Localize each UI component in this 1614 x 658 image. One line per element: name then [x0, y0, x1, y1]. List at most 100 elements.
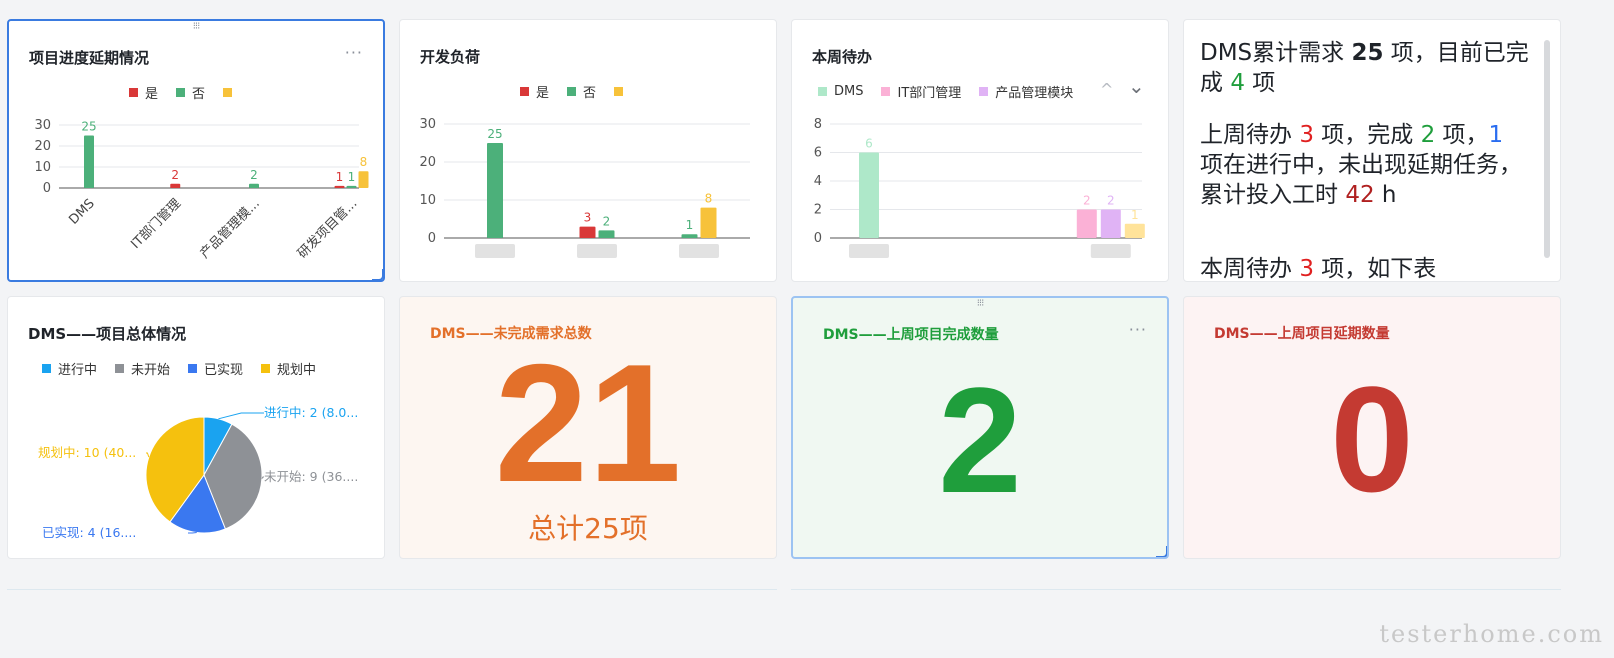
- y-tick-label: 10: [34, 160, 51, 175]
- y-tick-label: 2: [814, 203, 822, 218]
- card-title: DMS——上周项目完成数量: [823, 327, 999, 343]
- summary-text-run: 上周待办: [1200, 122, 1300, 148]
- pie-label: 未开始: 9 (36....: [264, 469, 358, 484]
- pie-label: 进行中: 2 (8.0...: [264, 405, 358, 420]
- legend-item[interactable]: 进行中: [42, 359, 97, 378]
- legend-label: 产品管理模块: [995, 86, 1074, 101]
- chart-legend: 进行中 未开始 已实现 规划中: [42, 359, 316, 378]
- summary-text-card[interactable]: DMS累计需求 25 项，目前已完成 4 项 上周待办 3 项，完成 2 项，1…: [1183, 19, 1561, 282]
- legend-item[interactable]: IT部门管理: [881, 82, 961, 101]
- legend-item[interactable]: DMS: [818, 82, 863, 101]
- overall-pie-card[interactable]: DMS——项目总体情况 进行中 未开始 已实现 规划中 进行中: 2 (8.0... 未…: [7, 296, 385, 559]
- y-tick-label: 8: [814, 117, 822, 132]
- y-tick-label: 10: [419, 193, 436, 208]
- blurred-label: [475, 244, 515, 258]
- data-label: 2: [1083, 194, 1091, 208]
- legend-item[interactable]: 否: [567, 82, 596, 101]
- divider: [791, 589, 1561, 590]
- legend-swatch: [567, 87, 577, 96]
- legend-label: 是: [145, 87, 159, 102]
- unfinished-kpi-card[interactable]: DMS——未完成需求总数 21 总计25项: [399, 296, 777, 559]
- card-title: 项目进度延期情况: [29, 49, 150, 67]
- legend-item[interactable]: [223, 83, 239, 102]
- x-tick-label: 产品管理模...: [197, 196, 262, 261]
- legend-item[interactable]: 是: [520, 82, 549, 101]
- x-tick-label: DMS: [66, 196, 97, 227]
- legend-page-up-icon[interactable]: ^: [1100, 80, 1113, 99]
- data-label: 1: [336, 170, 344, 184]
- todo-chart-card[interactable]: 本周待办 DMS IT部门管理 产品管理模块 ^ ⌄ 0 2 4 6 8 6 2 2 1: [791, 19, 1169, 282]
- pie-label: 规划中: 10 (40...: [38, 445, 136, 460]
- load-bar-chart: 0 10 20 30 25 3 2 18: [419, 117, 750, 258]
- summary-text-run: 项，完成: [1313, 122, 1421, 148]
- delay-bar-chart: 0102030 25DMS2IT部门管理2产品管理模...1 18研发项目管...: [34, 118, 369, 262]
- legend-page-down-icon[interactable]: ⌄: [1128, 74, 1145, 98]
- legend-item[interactable]: 否: [176, 83, 205, 102]
- overall-pie-chart: 进行中: 2 (8.0... 未开始: 9 (36.... 已实现: 4 (16..…: [38, 405, 358, 540]
- resize-handle-icon[interactable]: [372, 269, 383, 280]
- y-tick-label: 30: [419, 117, 436, 132]
- more-options-icon[interactable]: ···: [1129, 320, 1147, 339]
- card-title: 开发负荷: [420, 48, 481, 66]
- summary-text-run: 4: [1230, 70, 1245, 96]
- summary-text-run: 25: [1351, 40, 1384, 66]
- bar: [249, 183, 259, 188]
- legend-swatch: [261, 364, 271, 373]
- y-tick-label: 6: [814, 146, 822, 161]
- y-tick-label: 4: [814, 174, 822, 189]
- summary-text-run: 42: [1345, 182, 1375, 208]
- legend-item[interactable]: 规划中: [261, 359, 316, 378]
- legend-item[interactable]: 是: [129, 83, 158, 102]
- lastweek-delay-kpi-card[interactable]: DMS——上周项目延期数量 0: [1183, 296, 1561, 559]
- legend-item[interactable]: 已实现: [188, 359, 243, 378]
- legend-item[interactable]: [614, 82, 630, 101]
- kpi-value: 0: [1330, 355, 1414, 523]
- blurred-label: [577, 244, 617, 258]
- vertical-scrollbar[interactable]: [1544, 40, 1550, 258]
- summary-text-run: DMS累计需求: [1200, 40, 1352, 66]
- legend-item[interactable]: 产品管理模块: [979, 82, 1073, 101]
- lastweek-done-kpi-card[interactable]: ⁝⁝⁝ DMS——上周项目完成数量 ··· 2: [791, 296, 1169, 559]
- summary-paragraph-total: DMS累计需求 25 项，目前已完成 4 项: [1200, 38, 1530, 98]
- y-tick-label: 20: [419, 155, 436, 170]
- data-label: 3: [584, 211, 592, 225]
- kpi-total: 总计25项: [528, 512, 648, 545]
- leader-line: [146, 452, 150, 458]
- more-options-icon[interactable]: ···: [345, 43, 363, 62]
- bar: [334, 185, 345, 188]
- bar: [487, 143, 503, 238]
- legend-swatch: [188, 364, 198, 373]
- resize-handle-icon[interactable]: [1156, 546, 1167, 557]
- drag-handle-icon[interactable]: ⁝⁝⁝: [977, 298, 984, 309]
- watermark: testerhome.com: [1379, 620, 1604, 648]
- bar: [1100, 209, 1121, 238]
- todo-bar-chart: 0 2 4 6 8 6 2 2 1: [814, 117, 1145, 258]
- legend-label: 进行中: [58, 363, 98, 378]
- delay-chart-card[interactable]: ⁝⁝⁝ 项目进度延期情况 ··· 是否 0 10 20 30 25 DMS 2 IT部门管理 2…: [7, 19, 385, 282]
- data-label: 2: [171, 168, 179, 182]
- legend-swatch: [223, 88, 233, 97]
- card-title: DMS——项目总体情况: [28, 325, 187, 343]
- data-label: 25: [81, 120, 96, 134]
- legend-label: 规划中: [277, 363, 317, 378]
- drag-handle-icon[interactable]: ⁝⁝⁝: [193, 21, 200, 32]
- legend-swatch: [129, 88, 138, 97]
- data-label: 1: [686, 218, 694, 232]
- data-label: 2: [1107, 194, 1115, 208]
- bar: [1076, 209, 1097, 238]
- load-chart-card[interactable]: 开发负荷 是否 0 10 20 30 25 3 2 1 8: [399, 19, 777, 282]
- summary-text-run: 本周待办: [1200, 256, 1300, 282]
- bar: [358, 171, 369, 188]
- y-tick-label: 0: [43, 181, 51, 196]
- data-label: 1: [348, 170, 356, 184]
- legend-label: 否: [583, 86, 597, 101]
- blurred-label: [849, 244, 889, 258]
- summary-paragraph-lastweek: 上周待办 3 项，完成 2 项，1 项在进行中，未出现延期任务，累计投入工时 4…: [1200, 120, 1530, 210]
- legend-item[interactable]: 未开始: [115, 359, 170, 378]
- data-label: 6: [865, 137, 873, 151]
- legend-label: 未开始: [131, 363, 171, 378]
- data-label: 8: [705, 192, 713, 206]
- chart-legend: 是否: [129, 83, 239, 102]
- divider: [7, 589, 777, 590]
- data-label: 8: [360, 155, 368, 169]
